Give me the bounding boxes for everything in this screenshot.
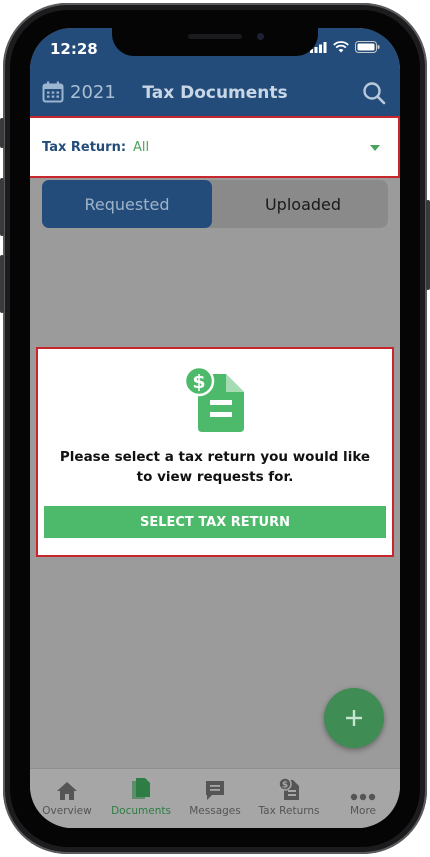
mute-switch bbox=[0, 118, 4, 148]
chevron-down-icon bbox=[370, 145, 380, 151]
tab-overview-label: Overview bbox=[42, 805, 92, 817]
wifi-icon bbox=[333, 41, 349, 53]
status-icons bbox=[310, 41, 380, 53]
more-dots-icon bbox=[350, 793, 376, 801]
add-button[interactable] bbox=[324, 688, 384, 748]
volume-up-button bbox=[0, 178, 4, 236]
tab-more-label: More bbox=[349, 805, 377, 817]
status-time: 12:28 bbox=[50, 40, 98, 58]
notch bbox=[112, 28, 318, 56]
app-screen: 12:28 2021 Tax Documents Tax Return: All… bbox=[30, 28, 400, 828]
tab-documents-label: Documents bbox=[111, 805, 171, 817]
volume-down-button bbox=[0, 255, 4, 313]
tab-overview[interactable]: Overview bbox=[30, 775, 104, 817]
empty-state-card: $ Please select a tax return you would l… bbox=[36, 347, 394, 557]
plus-icon bbox=[346, 710, 362, 726]
message-icon bbox=[206, 781, 224, 800]
tab-messages-label: Messages bbox=[189, 805, 241, 817]
tab-uploaded[interactable]: Uploaded bbox=[218, 180, 388, 228]
search-icon bbox=[363, 82, 386, 105]
home-icon bbox=[57, 782, 77, 800]
tab-messages[interactable]: Messages bbox=[178, 775, 252, 817]
segmented-control: Requested Uploaded bbox=[42, 180, 388, 228]
tax-return-icon: $ bbox=[278, 777, 299, 800]
empty-state-message: Please select a tax return you would lik… bbox=[59, 449, 371, 485]
select-tax-return-button[interactable]: SELECT TAX RETURN bbox=[44, 506, 386, 538]
tab-more[interactable]: More bbox=[326, 775, 400, 817]
tax-return-filter[interactable]: Tax Return: All bbox=[30, 116, 400, 178]
tab-tax-returns-label: Tax Returns bbox=[258, 805, 320, 817]
svg-text:$: $ bbox=[282, 781, 288, 791]
bottom-tab-bar: Overview Documents Messages $ Tax Return… bbox=[30, 768, 400, 828]
tab-tax-returns[interactable]: $ Tax Returns bbox=[252, 775, 326, 817]
tax-document-dollar-icon: $ bbox=[184, 366, 244, 432]
app-header: 12:28 2021 Tax Documents bbox=[30, 28, 400, 118]
front-camera bbox=[257, 33, 264, 40]
page-title: Tax Documents bbox=[142, 83, 288, 103]
svg-text:$: $ bbox=[192, 371, 205, 393]
filter-label: Tax Return: bbox=[42, 140, 127, 155]
filter-value: All bbox=[133, 140, 150, 155]
search-button[interactable] bbox=[362, 81, 386, 109]
tab-requested[interactable]: Requested bbox=[42, 180, 212, 228]
power-button bbox=[426, 200, 430, 290]
documents-icon bbox=[132, 778, 150, 799]
tab-documents[interactable]: Documents bbox=[104, 775, 178, 817]
speaker-grille bbox=[188, 34, 242, 39]
battery-icon bbox=[355, 41, 380, 53]
